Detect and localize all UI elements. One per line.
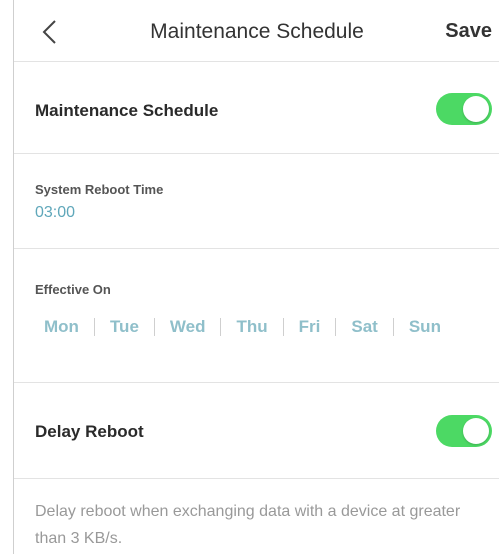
page-title: Maintenance Schedule — [150, 20, 364, 43]
delay-reboot-row: Delay Reboot — [14, 383, 499, 479]
day-fri[interactable]: Fri — [290, 317, 330, 337]
day-mon[interactable]: Mon — [35, 317, 88, 337]
day-divider — [282, 318, 284, 336]
day-divider — [93, 318, 95, 336]
maintenance-schedule-label: Maintenance Schedule — [35, 101, 219, 120]
delay-reboot-label: Delay Reboot — [35, 422, 144, 441]
day-sat[interactable]: Sat — [342, 317, 386, 337]
delay-reboot-toggle[interactable] — [436, 415, 492, 447]
reboot-time-label: System Reboot Time — [35, 182, 164, 197]
effective-on-label: Effective On — [35, 282, 111, 297]
toggle-knob — [463, 96, 489, 122]
maintenance-schedule-toggle[interactable] — [436, 93, 492, 125]
delay-reboot-description: Delay reboot when exchanging data with a… — [35, 503, 461, 547]
save-button[interactable]: Save — [445, 20, 492, 43]
top-bar: Maintenance Schedule Save — [14, 0, 499, 62]
day-divider — [335, 318, 337, 336]
day-tue[interactable]: Tue — [101, 317, 148, 337]
reboot-time-row[interactable]: System Reboot Time 03:00 — [14, 154, 499, 249]
day-selector: Mon Tue Wed Thu Fri Sat Sun — [35, 316, 475, 338]
toggle-knob — [463, 418, 489, 444]
day-wed[interactable]: Wed — [161, 317, 215, 337]
settings-panel: Maintenance Schedule Save Maintenance Sc… — [13, 0, 499, 554]
day-divider — [220, 318, 222, 336]
reboot-time-value[interactable]: 03:00 — [35, 204, 75, 222]
day-sun[interactable]: Sun — [400, 317, 450, 337]
day-divider — [153, 318, 155, 336]
day-thu[interactable]: Thu — [227, 317, 276, 337]
maintenance-schedule-row: Maintenance Schedule — [14, 62, 499, 154]
day-divider — [392, 318, 394, 336]
